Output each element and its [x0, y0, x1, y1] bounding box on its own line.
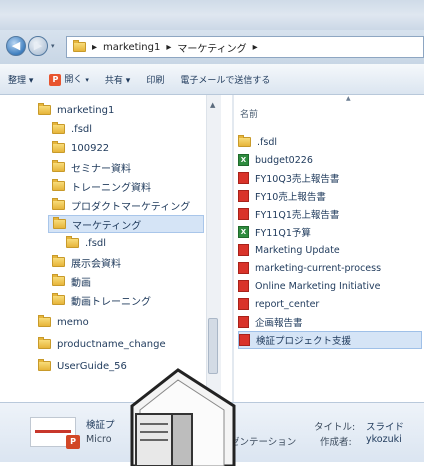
breadcrumb-separator-icon[interactable]: ▸: [92, 42, 97, 53]
column-header-name[interactable]: 名前: [240, 107, 258, 120]
file-row[interactable]: FY10Q3売上報告書: [238, 169, 339, 187]
nav-item[interactable]: トレーニング資料: [52, 177, 151, 195]
excel-file-icon: X: [238, 226, 249, 238]
pdf-file-icon: [238, 280, 249, 292]
breadcrumb-marketing[interactable]: マーケティング: [177, 40, 246, 55]
folder-icon: [52, 160, 65, 172]
address-bar[interactable]: ▸ marketing1 ▸ マーケティング ▸: [66, 36, 424, 58]
folder-icon: [52, 293, 65, 305]
details-file-type-prefix: Micro: [86, 434, 112, 445]
file-row[interactable]: X FY11Q1予算: [238, 223, 311, 241]
powerpoint-icon: P: [49, 74, 62, 86]
pdf-file-icon: [238, 208, 249, 220]
back-button[interactable]: ◀: [6, 36, 26, 56]
scroll-up-arrow-icon[interactable]: ▲: [210, 101, 215, 109]
server-icon: [130, 368, 236, 466]
recent-pages-chevron-icon[interactable]: ▾: [51, 42, 55, 50]
nav-item[interactable]: .fsdl: [52, 120, 92, 138]
folder-icon: [52, 255, 65, 267]
file-row-selected[interactable]: 検証プロジェクト支援: [238, 331, 422, 349]
nav-item[interactable]: セミナー資料: [52, 158, 131, 176]
nav-item[interactable]: 動画トレーニング: [52, 291, 151, 309]
pdf-file-icon: [239, 334, 250, 346]
file-row[interactable]: marketing-current-process: [238, 259, 381, 277]
command-bar: 整理 ▾ P 開く ▾ 共有 ▾ 印刷 電子メールで送信する: [0, 64, 424, 95]
folder-icon: [66, 236, 79, 248]
nav-item[interactable]: 展示会資料: [52, 253, 121, 271]
navigation-pane: marketing1 .fsdl 100922 セミナー資料 トレーニング資料 …: [0, 95, 232, 402]
file-row[interactable]: report_center: [238, 295, 319, 313]
folder-icon: [52, 198, 65, 210]
nav-item[interactable]: プロダクトマーケティング: [52, 196, 190, 214]
file-row[interactable]: 企画報告書: [238, 313, 303, 331]
folder-icon: [52, 179, 65, 191]
pdf-file-icon: [238, 172, 249, 184]
file-row[interactable]: .fsdl: [238, 133, 277, 151]
details-author-value: ykozuki: [366, 434, 402, 445]
forward-button[interactable]: ▶: [28, 36, 48, 56]
powerpoint-icon: P: [66, 435, 80, 449]
file-row[interactable]: FY10売上報告書: [238, 187, 326, 205]
folder-icon: [52, 141, 65, 153]
pdf-file-icon: [238, 316, 249, 328]
folder-icon: [38, 337, 51, 349]
nav-item-selected[interactable]: マーケティング: [48, 215, 204, 233]
pdf-file-icon: [238, 262, 249, 274]
folder-icon: [52, 122, 65, 134]
nav-item[interactable]: 動画: [52, 272, 91, 290]
pdf-file-icon: [238, 244, 249, 256]
breadcrumb-marketing1[interactable]: marketing1: [103, 42, 160, 53]
folder-icon: [38, 315, 51, 327]
folder-icon: [238, 135, 251, 147]
window-title-bar: [0, 0, 424, 30]
print-button[interactable]: 印刷: [138, 73, 172, 86]
nav-item[interactable]: productname_change: [38, 335, 166, 353]
folder-icon: [38, 359, 51, 371]
nav-item[interactable]: UserGuide_56: [38, 357, 127, 375]
sort-arrow-icon: ▲: [346, 95, 351, 102]
folder-icon: [38, 103, 51, 115]
address-row: ◀ ▶ ▾ ▸ marketing1 ▸ マーケティング ▸: [0, 30, 424, 64]
organize-button[interactable]: 整理 ▾: [0, 73, 41, 86]
file-row[interactable]: Xbudget0226: [238, 151, 313, 169]
file-row[interactable]: Marketing Update: [238, 241, 340, 259]
breadcrumb-separator-icon[interactable]: ▸: [166, 42, 171, 53]
nav-item[interactable]: .fsdl: [66, 234, 106, 252]
share-button[interactable]: 共有 ▾: [97, 73, 138, 86]
folder-icon: [52, 274, 65, 286]
nav-item[interactable]: memo: [38, 313, 89, 331]
folder-icon: [73, 40, 86, 52]
folder-icon: [53, 217, 66, 229]
details-title-label: タイトル:: [314, 422, 356, 433]
pdf-file-icon: [238, 298, 249, 310]
open-button[interactable]: P 開く ▾: [41, 72, 97, 86]
nav-item[interactable]: 100922: [52, 139, 109, 157]
file-list: ▲ 名前 .fsdl Xbudget0226 FY10Q3売上報告書 FY10売…: [234, 95, 424, 402]
details-file-name: 検証プ: [86, 420, 115, 431]
excel-file-icon: X: [238, 154, 249, 166]
pdf-file-icon: [238, 190, 249, 202]
email-button[interactable]: 電子メールで送信する: [172, 73, 278, 86]
breadcrumb-separator-icon[interactable]: ▸: [253, 42, 258, 53]
details-author-label: 作成者:: [320, 437, 352, 448]
details-title-value: スライド: [366, 422, 405, 433]
file-row[interactable]: Online Marketing Initiative: [238, 277, 381, 295]
nav-item[interactable]: marketing1: [38, 101, 114, 119]
file-row[interactable]: FY11Q1売上報告書: [238, 205, 339, 223]
